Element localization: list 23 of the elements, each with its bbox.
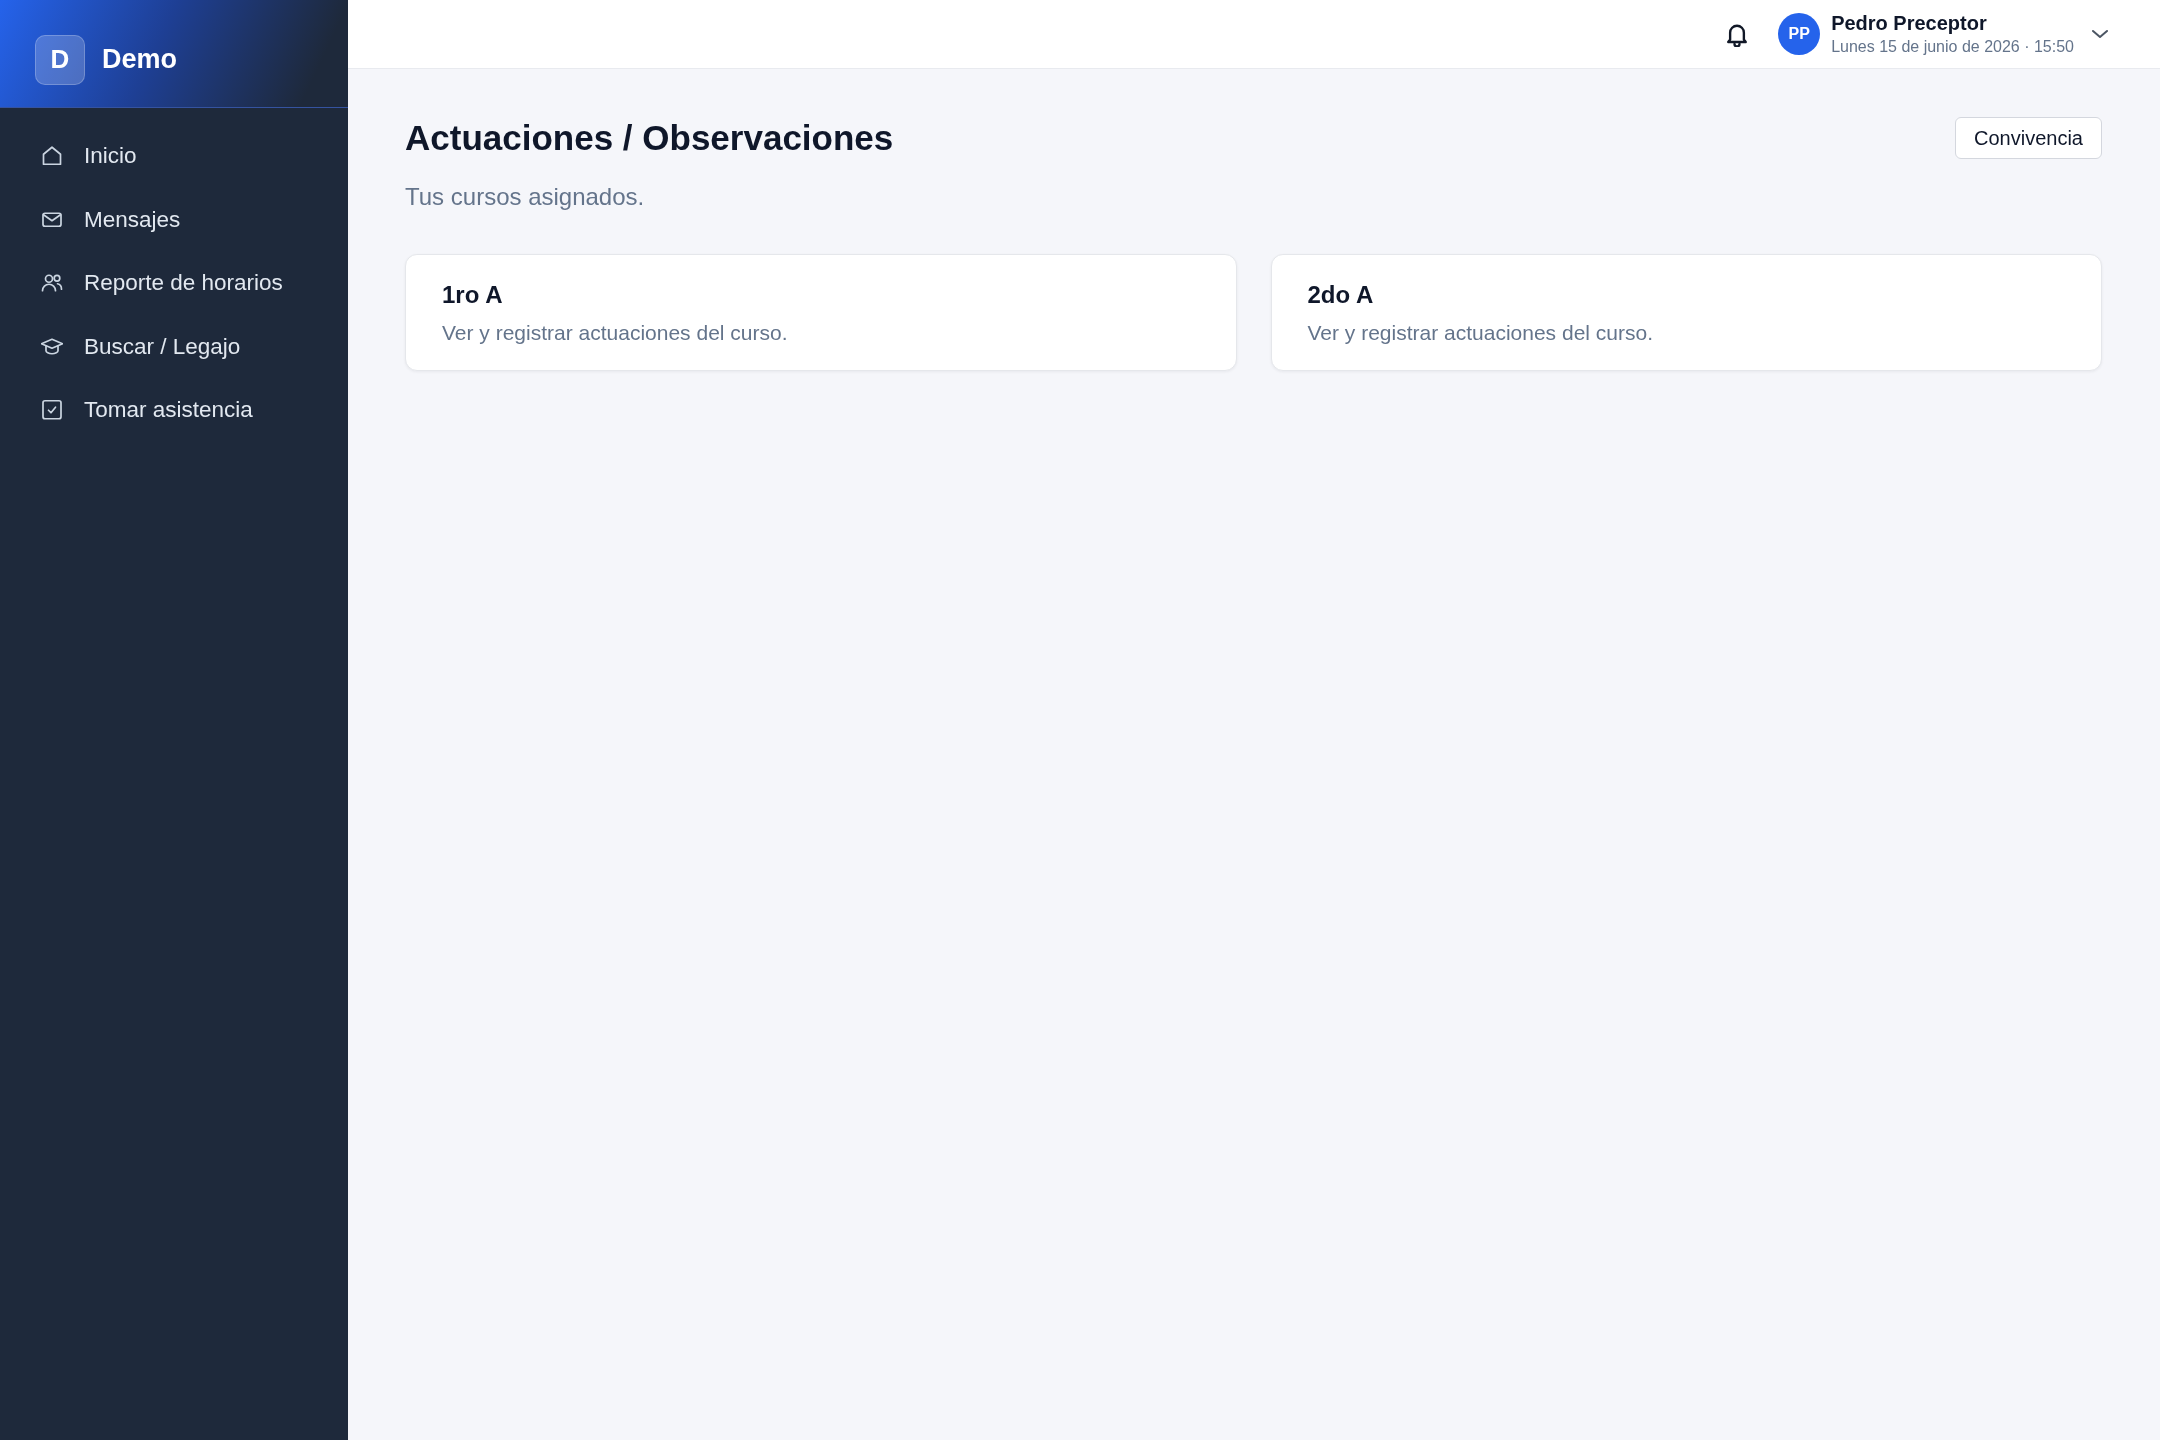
user-avatar[interactable]: PP	[1778, 13, 1821, 55]
nav-item[interactable]: Buscar / Legajo	[24, 322, 324, 371]
brand-logo: D	[35, 34, 85, 85]
nav-item[interactable]: Tomar asistencia	[24, 386, 324, 434]
card-title: 1ro A	[442, 280, 504, 310]
brand-name: Demo	[102, 44, 177, 75]
nav-item[interactable]: Inicio	[24, 132, 324, 180]
user-name: Pedro Preceptor	[1831, 12, 1988, 35]
nav-item[interactable]: Mensajes	[24, 195, 324, 244]
course-card[interactable]: 1ro A Ver y registrar actuaciones del curso.	[405, 254, 1237, 371]
card-title: 2do A	[1307, 280, 1375, 310]
page-subtitle: Tus cursos asignados.	[405, 182, 646, 212]
users-icon	[41, 272, 63, 294]
course-card[interactable]: 2do A Ver y registrar actuaciones del curso.	[1270, 254, 2102, 371]
nav-item[interactable]: Reporte de horarios	[24, 259, 324, 307]
date-time: Lunes 15 de junio de 2026 · 15:50	[1831, 38, 2074, 56]
chevron-down-icon[interactable]	[2092, 29, 2108, 39]
page-title: Actuaciones / Observaciones	[405, 117, 894, 159]
action-button[interactable]: Convivencia	[1955, 117, 2102, 159]
card-description: Ver y registrar actuaciones del curso.	[442, 320, 789, 346]
home-icon	[41, 145, 63, 167]
card-description: Ver y registrar actuaciones del curso.	[1307, 320, 1654, 346]
checkbox-icon	[41, 399, 63, 421]
